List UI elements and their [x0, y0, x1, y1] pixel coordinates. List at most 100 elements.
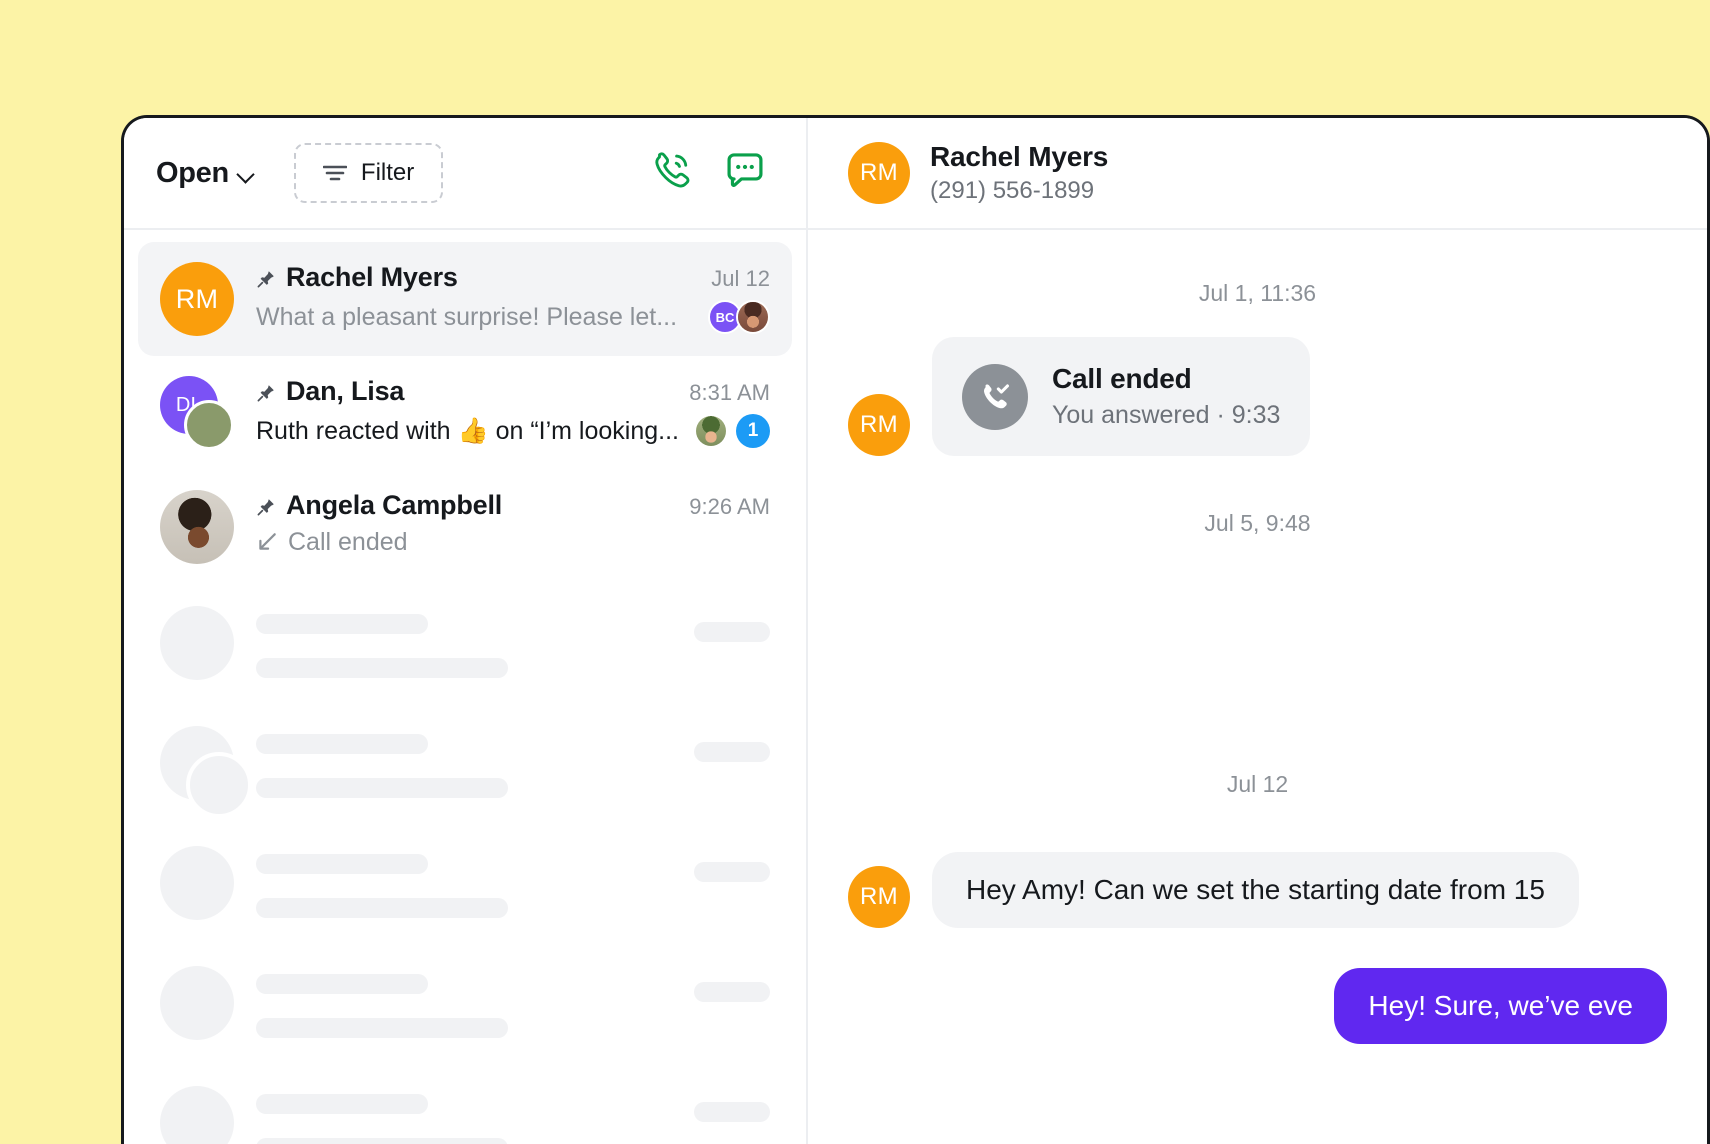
- message-avatar: RM: [848, 394, 910, 456]
- avatar-photo: [160, 490, 234, 564]
- chat-header-info: Rachel Myers (291) 556-1899: [930, 141, 1108, 204]
- conversation-item-angela-campbell[interactable]: Angela Campbell 9:26 AM Call ended: [138, 470, 792, 584]
- skeleton-line: [256, 974, 428, 994]
- conversation-time: 8:31 AM: [689, 380, 770, 405]
- call-card-text: Call ended You answered · 9:33: [1052, 363, 1280, 430]
- chat-header-avatar: RM: [848, 142, 910, 204]
- incoming-message-bubble[interactable]: Hey Amy! Can we set the starting date fr…: [932, 852, 1579, 928]
- skeleton-time: [694, 862, 770, 882]
- conversation-skeleton-row: [138, 824, 792, 944]
- pin-icon: [256, 494, 276, 519]
- conversation-list-pane: Open Filter RM Rachel Myers Jul 12 What …: [124, 118, 808, 1144]
- phone-check-icon: [962, 363, 1028, 430]
- conversation-preview-row: Ruth reacted with 👍 on “I’m looking... 1: [256, 414, 770, 448]
- conversation-skeleton-row: [138, 584, 792, 704]
- filter-lines-icon: [322, 164, 347, 182]
- participant-avatar-photo: [694, 414, 728, 448]
- status-filter-label: Open: [156, 156, 229, 189]
- message-row-call-ended: RM Call ended You answered · 9:33: [848, 337, 1667, 456]
- skeleton-time: [694, 1102, 770, 1122]
- conversation-title-row: Dan, Lisa 8:31 AM: [256, 376, 770, 407]
- skeleton-line: [256, 1138, 508, 1144]
- conversation-body: Angela Campbell 9:26 AM Call ended: [256, 488, 770, 557]
- skeleton-body: [256, 606, 770, 678]
- skeleton-body: [256, 966, 770, 1038]
- conversation-preview: Call ended: [288, 528, 408, 556]
- conversation-skeleton-row: [138, 944, 792, 1064]
- skeleton-line: [256, 614, 428, 634]
- chevron-down-icon: [238, 166, 256, 184]
- skeleton-line: [256, 658, 508, 678]
- chat-bubble-dots-icon: [723, 149, 767, 198]
- conversation-participants: BC: [708, 300, 770, 334]
- avatar: [160, 490, 234, 564]
- skeleton-time: [694, 622, 770, 642]
- conversation-preview-row: Call ended: [256, 528, 770, 557]
- conversation-name: Dan, Lisa: [286, 376, 405, 406]
- conversation-item-dan-lisa[interactable]: DL Dan, Lisa 8:31 AM Ruth reacted with 👍…: [138, 356, 792, 470]
- participant-avatar-photo: [736, 300, 770, 334]
- skeleton-avatar: [160, 846, 234, 920]
- conversation-participants: 1: [694, 414, 770, 448]
- skeleton-avatar: [160, 606, 234, 680]
- date-separator: Jul 12: [1226, 771, 1289, 797]
- filter-button-label: Filter: [360, 159, 415, 186]
- skeleton-body: [256, 846, 770, 918]
- conversation-item-rachel-myers[interactable]: RM Rachel Myers Jul 12 What a pleasant s…: [138, 242, 792, 356]
- skeleton-line: [256, 1094, 428, 1114]
- skeleton-line: [256, 898, 508, 918]
- message-row-incoming: RM Hey Amy! Can we set the starting date…: [848, 852, 1667, 928]
- conversation-time: Jul 12: [711, 266, 770, 291]
- pin-icon: [256, 380, 276, 405]
- conversation-body: Rachel Myers Jul 12 What a pleasant surp…: [256, 260, 770, 334]
- conversation-list[interactable]: RM Rachel Myers Jul 12 What a pleasant s…: [124, 230, 806, 1144]
- call-ended-bubble[interactable]: Call ended You answered · 9:33: [932, 337, 1311, 456]
- chat-pane: RM Rachel Myers (291) 556-1899 Jul 1, 11…: [808, 118, 1707, 1144]
- call-subtitle: You answered · 9:33: [1052, 401, 1281, 429]
- chat-message-list[interactable]: Jul 1, 11:36 RM Call ended You answered …: [808, 230, 1707, 1144]
- skeleton-body: [256, 726, 770, 798]
- new-message-button[interactable]: [718, 146, 772, 200]
- conversation-preview-row: What a pleasant surprise! Please let... …: [256, 300, 770, 334]
- call-incoming-icon: [256, 529, 278, 556]
- avatar-secondary-photo: [184, 400, 234, 450]
- skeleton-line: [256, 734, 428, 754]
- conversation-name: Rachel Myers: [286, 262, 458, 292]
- skeleton-line: [256, 1018, 508, 1038]
- conversation-body: Dan, Lisa 8:31 AM Ruth reacted with 👍 on…: [256, 374, 770, 448]
- app-window: Open Filter RM Rachel Myers Jul 12 What …: [121, 115, 1710, 1144]
- new-call-button[interactable]: [644, 146, 698, 200]
- conversation-preview: Ruth reacted with 👍 on “I’m looking...: [256, 416, 679, 445]
- phone-call-icon: [649, 149, 693, 198]
- skeleton-avatar: [160, 726, 252, 818]
- filter-button[interactable]: Filter: [293, 143, 444, 203]
- chat-header: RM Rachel Myers (291) 556-1899: [808, 118, 1707, 230]
- skeleton-line: [256, 778, 508, 798]
- conversation-skeleton-row: [138, 1064, 792, 1144]
- conversation-preview: What a pleasant surprise! Please let...: [256, 302, 678, 331]
- conversation-name: Angela Campbell: [286, 490, 503, 520]
- skeleton-time: [694, 982, 770, 1002]
- status-filter-dropdown[interactable]: Open: [154, 153, 258, 194]
- date-separator: Jul 5, 9:48: [1204, 510, 1311, 536]
- pin-icon: [256, 266, 276, 291]
- call-card: Call ended You answered · 9:33: [962, 363, 1280, 430]
- avatar-initials: RM: [160, 262, 234, 336]
- message-row-outgoing: Hey! Sure, we’ve eve: [848, 968, 1667, 1044]
- avatar: RM: [160, 262, 234, 336]
- call-title: Call ended: [1052, 363, 1192, 394]
- message-avatar: RM: [848, 866, 910, 928]
- conversation-time: 9:26 AM: [689, 494, 770, 519]
- skeleton-body: [256, 1086, 770, 1144]
- outgoing-message-bubble[interactable]: Hey! Sure, we’ve eve: [1334, 968, 1667, 1044]
- skeleton-avatar: [160, 966, 234, 1040]
- skeleton-line: [256, 854, 428, 874]
- date-separator: Jul 1, 11:36: [1198, 280, 1317, 306]
- list-toolbar: Open Filter: [124, 118, 806, 230]
- skeleton-avatar: [160, 1086, 234, 1144]
- chat-contact-name: Rachel Myers: [930, 141, 1109, 173]
- chat-contact-phone: (291) 556-1899: [930, 176, 1095, 204]
- conversation-title-row: Rachel Myers Jul 12: [256, 262, 770, 293]
- avatar: DL: [160, 376, 234, 450]
- unread-count-badge: 1: [736, 414, 770, 448]
